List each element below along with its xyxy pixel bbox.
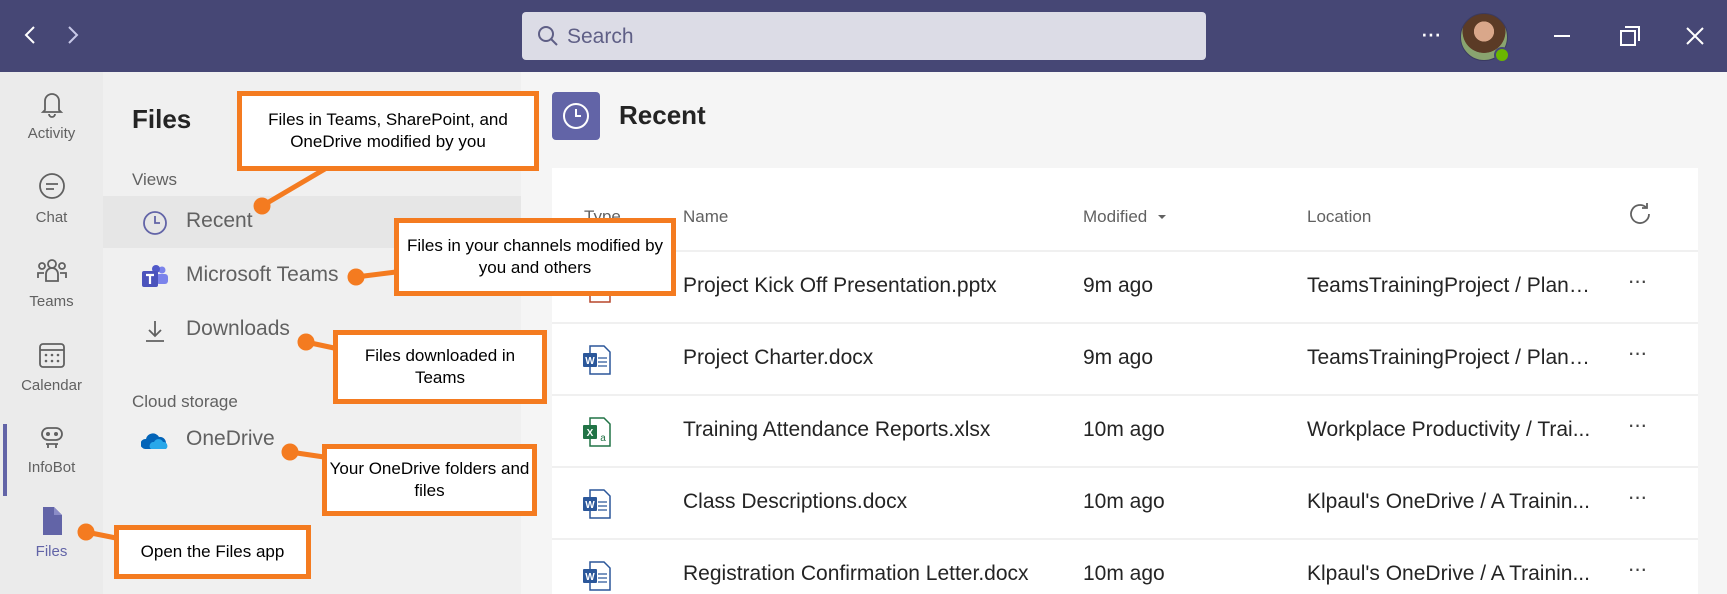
file-modified: 9m ago [1083, 274, 1154, 297]
row-more-icon[interactable]: ··· [1622, 556, 1652, 586]
more-options-icon[interactable]: ··· [1417, 20, 1443, 50]
maximize-icon[interactable] [1613, 20, 1645, 52]
app-label: Chat [35, 209, 68, 226]
file-location[interactable]: Workplace Productivity / Trai... [1307, 418, 1597, 442]
nav-label: Microsoft Teams [186, 263, 339, 286]
app-activity[interactable]: Activity [0, 86, 103, 166]
column-modified[interactable]: Modified [1083, 207, 1168, 227]
recent-header-icon [552, 92, 600, 140]
nav-label: Downloads [186, 317, 290, 340]
file-name[interactable]: Project Kick Off Presentation.pptx [683, 274, 1113, 298]
table-row[interactable]: aX Training Attendance Reports.xlsx 10m … [552, 394, 1698, 464]
download-icon [146, 321, 164, 342]
file-location[interactable]: Klpaul's OneDrive / A Trainin... [1307, 490, 1597, 514]
cloud-storage-heading: Cloud storage [132, 392, 238, 411]
search-input[interactable]: Search [522, 12, 1206, 60]
file-name[interactable]: Project Charter.docx [683, 346, 1113, 370]
sort-descending-icon [1158, 215, 1166, 219]
teams-icon [36, 259, 67, 282]
file-icon [42, 507, 62, 535]
svg-text:W: W [585, 572, 595, 583]
app-teams[interactable]: Teams [0, 254, 103, 334]
clock-icon [143, 211, 167, 235]
callout-text: Files in your channels modified by you a… [406, 236, 664, 277]
table-row[interactable]: W Class Descriptions.docx 10m ago Klpaul… [552, 466, 1698, 536]
column-name[interactable]: Name [683, 207, 728, 227]
file-modified: 10m ago [1083, 562, 1165, 585]
chat-icon [38, 173, 65, 199]
app-label: Calendar [21, 377, 82, 394]
app-files[interactable]: Files [0, 504, 103, 584]
callout-recent: Files in Teams, SharePoint, and OneDrive… [237, 91, 539, 171]
svg-text:W: W [585, 356, 595, 367]
bell-icon [40, 93, 63, 118]
svg-text:W: W [585, 500, 595, 511]
callout-text: Files downloaded in Teams [364, 346, 516, 387]
app-bar: Activity Chat Teams Calendar InfoBot Fil… [0, 72, 103, 594]
nav-label: OneDrive [186, 427, 275, 450]
file-name[interactable]: Training Attendance Reports.xlsx [683, 418, 1113, 442]
callout-text: Files in Teams, SharePoint, and OneDrive… [268, 110, 508, 151]
svg-text:X: X [587, 428, 594, 439]
main-title: Recent [619, 100, 706, 130]
app-calendar[interactable]: Calendar [0, 338, 103, 418]
minimize-icon[interactable] [1546, 20, 1578, 52]
pane-title: Files [132, 104, 192, 134]
callout-downloads: Files downloaded in Teams [333, 330, 547, 404]
search-placeholder: Search [567, 25, 634, 48]
svg-text:a: a [600, 433, 606, 444]
ms-teams-icon [142, 265, 168, 287]
app-label: Activity [27, 125, 76, 142]
close-icon[interactable] [1679, 20, 1711, 52]
file-modified: 9m ago [1083, 346, 1154, 369]
row-more-icon[interactable]: ··· [1622, 412, 1652, 442]
file-name[interactable]: Class Descriptions.docx [683, 490, 1113, 514]
table-row[interactable]: W Project Charter.docx 9m ago TeamsTrain… [552, 322, 1698, 392]
table-row[interactable]: Project Kick Off Presentation.pptx 9m ag… [552, 250, 1698, 320]
word-file-icon: W [583, 561, 611, 591]
calendar-icon [38, 343, 65, 368]
row-more-icon[interactable]: ··· [1622, 484, 1652, 514]
title-bar: Search ··· [0, 0, 1727, 72]
back-icon[interactable] [15, 20, 45, 52]
file-location[interactable]: TeamsTrainingProject / Planni... [1307, 346, 1597, 370]
file-location[interactable]: Klpaul's OneDrive / A Trainin... [1307, 562, 1597, 586]
excel-file-icon: aX [583, 417, 611, 447]
app-label: Files [35, 543, 68, 560]
callout-onedrive: Your OneDrive folders and files [322, 444, 537, 516]
column-modified-label: Modified [1083, 207, 1148, 226]
word-file-icon: W [583, 345, 611, 375]
file-location[interactable]: TeamsTrainingProject / Planni... [1307, 274, 1597, 298]
forward-icon[interactable] [58, 20, 88, 52]
file-name[interactable]: Registration Confirmation Letter.docx [683, 562, 1113, 586]
callout-files-app: Open the Files app [114, 525, 311, 579]
table-row[interactable]: W Registration Confirmation Letter.docx … [552, 538, 1698, 594]
column-location[interactable]: Location [1307, 207, 1371, 227]
app-label: Teams [29, 293, 74, 310]
views-heading: Views [132, 170, 178, 189]
row-more-icon[interactable]: ··· [1622, 268, 1652, 298]
callout-microsoft-teams: Files in your channels modified by you a… [394, 218, 676, 296]
callout-text: Open the Files app [140, 542, 285, 561]
presence-available-icon [1494, 47, 1510, 63]
app-label: InfoBot [27, 459, 76, 476]
active-app-indicator [3, 424, 7, 496]
app-infobot[interactable]: InfoBot [0, 420, 103, 500]
avatar[interactable] [1460, 13, 1510, 63]
file-modified: 10m ago [1083, 418, 1165, 441]
callout-text: Your OneDrive folders and files [329, 459, 530, 500]
word-file-icon: W [583, 489, 611, 519]
row-more-icon[interactable]: ··· [1622, 340, 1652, 370]
refresh-icon[interactable] [1626, 200, 1654, 228]
bot-icon [40, 427, 63, 448]
file-modified: 10m ago [1083, 490, 1165, 513]
search-icon [538, 26, 558, 46]
app-chat[interactable]: Chat [0, 170, 103, 250]
nav-label: Recent [186, 209, 253, 232]
onedrive-icon [141, 433, 168, 449]
